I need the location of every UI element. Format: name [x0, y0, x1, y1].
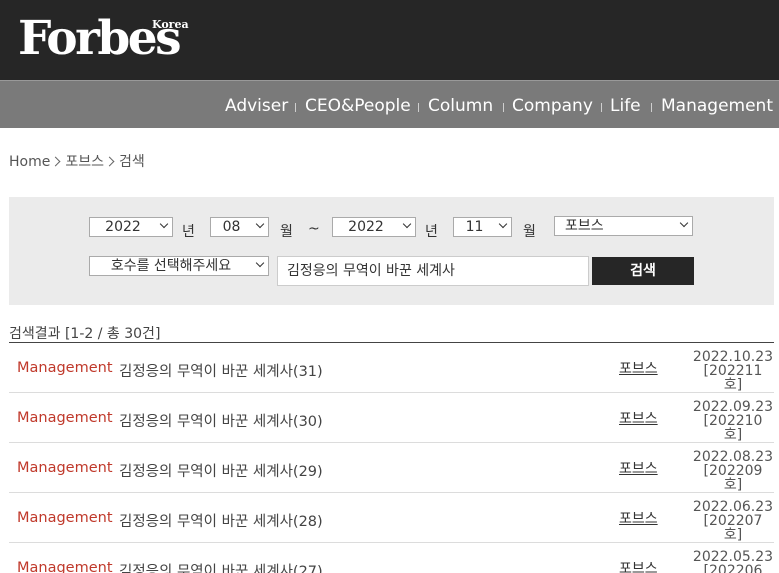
- chevron-down-icon: [159, 219, 169, 229]
- top-header: Forbes Korea: [0, 0, 779, 80]
- result-publication[interactable]: 포브스: [619, 458, 658, 478]
- chevron-down-icon: [402, 219, 412, 229]
- search-input[interactable]: 김정응의 무역이 바꾼 세계사: [277, 256, 589, 286]
- result-publication[interactable]: 포브스: [619, 558, 658, 573]
- table-row: Management 김정응의 무역이 바꾼 세계사(28) 포브스 2022.…: [9, 493, 774, 543]
- breadcrumb-home[interactable]: Home: [9, 154, 50, 170]
- logo-korea-label: Korea: [152, 18, 189, 31]
- month-unit-label: 월: [280, 224, 293, 240]
- result-publication[interactable]: 포브스: [619, 408, 658, 428]
- chevron-down-icon: [255, 219, 265, 229]
- result-category[interactable]: Management: [17, 460, 113, 476]
- chevron-down-icon: [255, 258, 265, 268]
- result-title[interactable]: 김정응의 무역이 바꾼 세계사(31): [119, 360, 323, 381]
- result-date: 2022.05.23[202206호]: [692, 549, 774, 573]
- nav-item-column[interactable]: Column: [428, 96, 493, 116]
- result-category[interactable]: Management: [17, 560, 113, 573]
- start-year-select[interactable]: 2022: [89, 217, 173, 237]
- month-unit-label: 월: [523, 224, 536, 240]
- nav-item-company[interactable]: Company: [512, 96, 593, 116]
- breadcrumb-search: 검색: [118, 154, 145, 170]
- end-month-select[interactable]: 11: [453, 217, 512, 237]
- nav-separator: [418, 103, 419, 112]
- nav-separator: [503, 103, 504, 112]
- range-tilde: ~: [308, 221, 320, 237]
- table-row: Management 김정응의 무역이 바꾼 세계사(27) 포브스 2022.…: [9, 543, 774, 573]
- year-unit-label: 년: [182, 224, 195, 240]
- table-row: Management 김정응의 무역이 바꾼 세계사(29) 포브스 2022.…: [9, 443, 774, 493]
- result-date: 2022.09.23 [202210 호]: [692, 399, 774, 443]
- nav-item-ceo-people[interactable]: CEO&People: [305, 96, 411, 116]
- publication-select[interactable]: 포브스: [554, 216, 693, 236]
- result-count: 검색결과 [1-2 / 총 30건]: [9, 326, 161, 342]
- search-button[interactable]: 검색: [592, 257, 694, 285]
- chevron-down-icon: [679, 218, 689, 228]
- search-panel: 2022 년 08 월 ~ 2022 년 11 월 포브스 호수를 선택해주세요…: [9, 197, 774, 305]
- chevron-right-icon: [104, 156, 115, 166]
- result-title[interactable]: 김정응의 무역이 바꾼 세계사(27): [119, 560, 323, 573]
- nav-item-life[interactable]: Life: [610, 96, 641, 116]
- breadcrumb-forbes[interactable]: 포브스: [65, 154, 104, 170]
- result-date: 2022.10.23 [202211 호]: [692, 349, 774, 393]
- nav-separator: [651, 103, 652, 112]
- result-date: 2022.06.23 [202207 호]: [692, 499, 774, 543]
- result-category[interactable]: Management: [17, 510, 113, 526]
- result-category[interactable]: Management: [17, 360, 113, 376]
- nav-separator: [295, 103, 296, 112]
- year-unit-label: 년: [425, 224, 438, 240]
- main-nav: Adviser CEO&People Column Company Life M…: [0, 80, 779, 128]
- result-category[interactable]: Management: [17, 410, 113, 426]
- result-title[interactable]: 김정응의 무역이 바꾼 세계사(29): [119, 460, 323, 481]
- chevron-down-icon: [498, 219, 508, 229]
- issue-select[interactable]: 호수를 선택해주세요: [89, 256, 269, 276]
- table-row: Management 김정응의 무역이 바꾼 세계사(31) 포브스 2022.…: [9, 343, 774, 393]
- end-year-select[interactable]: 2022: [332, 217, 416, 237]
- nav-item-adviser[interactable]: Adviser: [225, 96, 288, 116]
- nav-item-management[interactable]: Management: [661, 96, 773, 116]
- result-publication[interactable]: 포브스: [619, 508, 658, 528]
- result-publication[interactable]: 포브스: [619, 358, 658, 378]
- start-month-select[interactable]: 08: [210, 217, 269, 237]
- nav-separator: [601, 103, 602, 112]
- result-title[interactable]: 김정응의 무역이 바꾼 세계사(28): [119, 510, 323, 531]
- chevron-right-icon: [50, 156, 61, 166]
- breadcrumb: Home 포브스 검색: [9, 151, 145, 171]
- result-title[interactable]: 김정응의 무역이 바꾼 세계사(30): [119, 410, 323, 431]
- result-date: 2022.08.23 [202209 호]: [692, 449, 774, 493]
- table-row: Management 김정응의 무역이 바꾼 세계사(30) 포브스 2022.…: [9, 393, 774, 443]
